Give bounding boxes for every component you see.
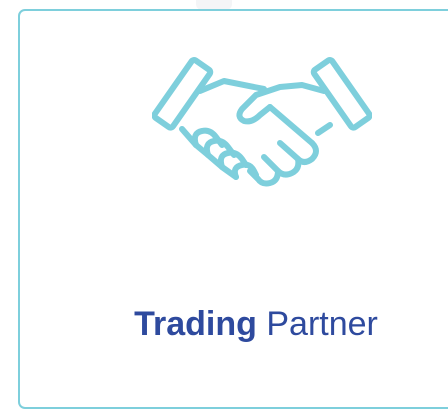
- card-title-strong: Trading: [134, 305, 257, 343]
- trading-partner-card[interactable]: Trading Partner: [18, 9, 448, 409]
- card-title-light: Partner: [266, 305, 378, 343]
- card-title: Trading Partner: [20, 304, 448, 344]
- handshake-icon: [152, 51, 372, 201]
